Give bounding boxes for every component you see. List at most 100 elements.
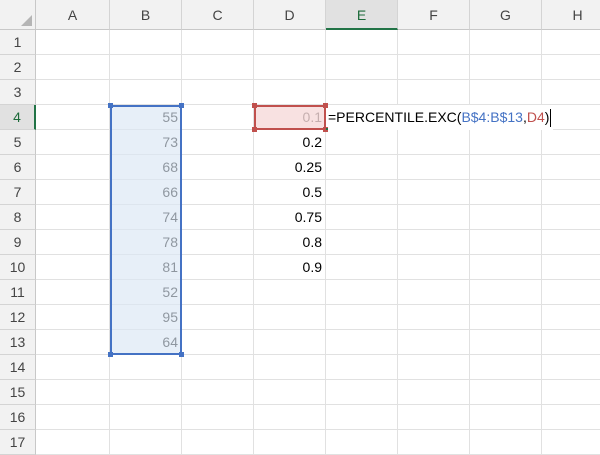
cell-e5[interactable] bbox=[326, 130, 398, 155]
cell-d2[interactable] bbox=[254, 55, 326, 80]
row-header-5[interactable]: 5 bbox=[0, 130, 36, 155]
cell-c2[interactable] bbox=[182, 55, 254, 80]
column-header-c[interactable]: C bbox=[182, 0, 254, 30]
cell-c14[interactable] bbox=[182, 355, 254, 380]
cell-g13[interactable] bbox=[470, 330, 542, 355]
column-header-d[interactable]: D bbox=[254, 0, 326, 30]
cell-e2[interactable] bbox=[326, 55, 398, 80]
cell-a8[interactable] bbox=[36, 205, 110, 230]
cell-g7[interactable] bbox=[470, 180, 542, 205]
cell-c10[interactable] bbox=[182, 255, 254, 280]
range-handle[interactable] bbox=[252, 103, 257, 108]
cell-f3[interactable] bbox=[398, 80, 470, 105]
cell-c4[interactable] bbox=[182, 105, 254, 130]
cell-g3[interactable] bbox=[470, 80, 542, 105]
cell-b17[interactable] bbox=[110, 430, 182, 455]
cell-a6[interactable] bbox=[36, 155, 110, 180]
cell-b1[interactable] bbox=[110, 30, 182, 55]
cell-d7[interactable]: 0.5 bbox=[254, 180, 326, 205]
cell-c11[interactable] bbox=[182, 280, 254, 305]
cell-b11[interactable]: 52 bbox=[110, 280, 182, 305]
cell-b15[interactable] bbox=[110, 380, 182, 405]
cell-a15[interactable] bbox=[36, 380, 110, 405]
cell-a9[interactable] bbox=[36, 230, 110, 255]
cell-h10[interactable] bbox=[542, 255, 600, 280]
cell-f7[interactable] bbox=[398, 180, 470, 205]
cell-e8[interactable] bbox=[326, 205, 398, 230]
cell-f12[interactable] bbox=[398, 305, 470, 330]
cell-f10[interactable] bbox=[398, 255, 470, 280]
cell-e6[interactable] bbox=[326, 155, 398, 180]
cell-b6[interactable]: 68 bbox=[110, 155, 182, 180]
range-handle[interactable] bbox=[108, 352, 113, 357]
cell-f1[interactable] bbox=[398, 30, 470, 55]
cell-f2[interactable] bbox=[398, 55, 470, 80]
cell-b8[interactable]: 74 bbox=[110, 205, 182, 230]
column-header-f[interactable]: F bbox=[398, 0, 470, 30]
cell-g14[interactable] bbox=[470, 355, 542, 380]
cell-a5[interactable] bbox=[36, 130, 110, 155]
cell-g16[interactable] bbox=[470, 405, 542, 430]
row-header-10[interactable]: 10 bbox=[0, 255, 36, 280]
cell-e1[interactable] bbox=[326, 30, 398, 55]
cell-h17[interactable] bbox=[542, 430, 600, 455]
row-header-13[interactable]: 13 bbox=[0, 330, 36, 355]
cell-d9[interactable]: 0.8 bbox=[254, 230, 326, 255]
cell-h12[interactable] bbox=[542, 305, 600, 330]
row-header-6[interactable]: 6 bbox=[0, 155, 36, 180]
cell-g5[interactable] bbox=[470, 130, 542, 155]
row-header-17[interactable]: 17 bbox=[0, 430, 36, 455]
cell-f9[interactable] bbox=[398, 230, 470, 255]
cell-d16[interactable] bbox=[254, 405, 326, 430]
cell-c13[interactable] bbox=[182, 330, 254, 355]
row-header-2[interactable]: 2 bbox=[0, 55, 36, 80]
cell-h16[interactable] bbox=[542, 405, 600, 430]
row-header-16[interactable]: 16 bbox=[0, 405, 36, 430]
cell-f13[interactable] bbox=[398, 330, 470, 355]
cell-f6[interactable] bbox=[398, 155, 470, 180]
cell-a3[interactable] bbox=[36, 80, 110, 105]
range-handle[interactable] bbox=[108, 103, 113, 108]
cell-a12[interactable] bbox=[36, 305, 110, 330]
cell-e3[interactable] bbox=[326, 80, 398, 105]
row-header-4[interactable]: 4 bbox=[0, 105, 36, 130]
cell-e7[interactable] bbox=[326, 180, 398, 205]
cell-d8[interactable]: 0.75 bbox=[254, 205, 326, 230]
cell-c15[interactable] bbox=[182, 380, 254, 405]
cell-e16[interactable] bbox=[326, 405, 398, 430]
select-all-button[interactable] bbox=[0, 0, 36, 30]
cell-a11[interactable] bbox=[36, 280, 110, 305]
row-header-3[interactable]: 3 bbox=[0, 80, 36, 105]
column-header-b[interactable]: B bbox=[110, 0, 182, 30]
cell-h6[interactable] bbox=[542, 155, 600, 180]
cell-e13[interactable] bbox=[326, 330, 398, 355]
cell-d3[interactable] bbox=[254, 80, 326, 105]
row-header-14[interactable]: 14 bbox=[0, 355, 36, 380]
row-header-1[interactable]: 1 bbox=[0, 30, 36, 55]
cell-g10[interactable] bbox=[470, 255, 542, 280]
cell-b5[interactable]: 73 bbox=[110, 130, 182, 155]
cell-g12[interactable] bbox=[470, 305, 542, 330]
cell-e15[interactable] bbox=[326, 380, 398, 405]
row-header-8[interactable]: 8 bbox=[0, 205, 36, 230]
column-header-h[interactable]: H bbox=[542, 0, 600, 30]
cell-g1[interactable] bbox=[470, 30, 542, 55]
cell-e11[interactable] bbox=[326, 280, 398, 305]
cell-g2[interactable] bbox=[470, 55, 542, 80]
cell-a14[interactable] bbox=[36, 355, 110, 380]
cell-c6[interactable] bbox=[182, 155, 254, 180]
cell-a10[interactable] bbox=[36, 255, 110, 280]
cell-h13[interactable] bbox=[542, 330, 600, 355]
range-handle[interactable] bbox=[252, 127, 257, 132]
cell-c8[interactable] bbox=[182, 205, 254, 230]
cell-g8[interactable] bbox=[470, 205, 542, 230]
cell-g15[interactable] bbox=[470, 380, 542, 405]
cell-c9[interactable] bbox=[182, 230, 254, 255]
cell-f15[interactable] bbox=[398, 380, 470, 405]
cell-c7[interactable] bbox=[182, 180, 254, 205]
cell-b3[interactable] bbox=[110, 80, 182, 105]
cell-a1[interactable] bbox=[36, 30, 110, 55]
row-header-9[interactable]: 9 bbox=[0, 230, 36, 255]
cell-b4[interactable]: 55 bbox=[110, 105, 182, 130]
cell-d6[interactable]: 0.25 bbox=[254, 155, 326, 180]
